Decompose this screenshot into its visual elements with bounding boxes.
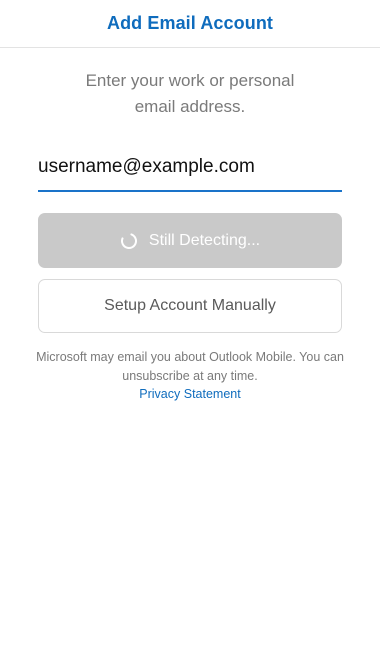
privacy-statement-link[interactable]: Privacy Statement: [0, 385, 380, 404]
page-title: Add Email Account: [106, 13, 274, 33]
setup-account-manually-button[interactable]: Setup Account Manually: [38, 279, 342, 333]
email-field-container: [38, 150, 342, 192]
marketing-disclaimer: Microsoft may email you about Outlook Mo…: [36, 350, 344, 383]
email-field[interactable]: [38, 150, 342, 184]
navigation-bar: Add Email Account: [0, 0, 380, 48]
still-detecting-button[interactable]: Still Detecting...: [38, 213, 342, 268]
instructions-text: Enter your work or personal email addres…: [85, 71, 295, 116]
add-email-account-screen: Add Email Account Enter your work or per…: [0, 0, 380, 660]
loading-spinner-icon: [120, 232, 138, 250]
still-detecting-label: Still Detecting...: [148, 231, 261, 249]
setup-account-manually-label: Setup Account Manually: [104, 297, 276, 314]
